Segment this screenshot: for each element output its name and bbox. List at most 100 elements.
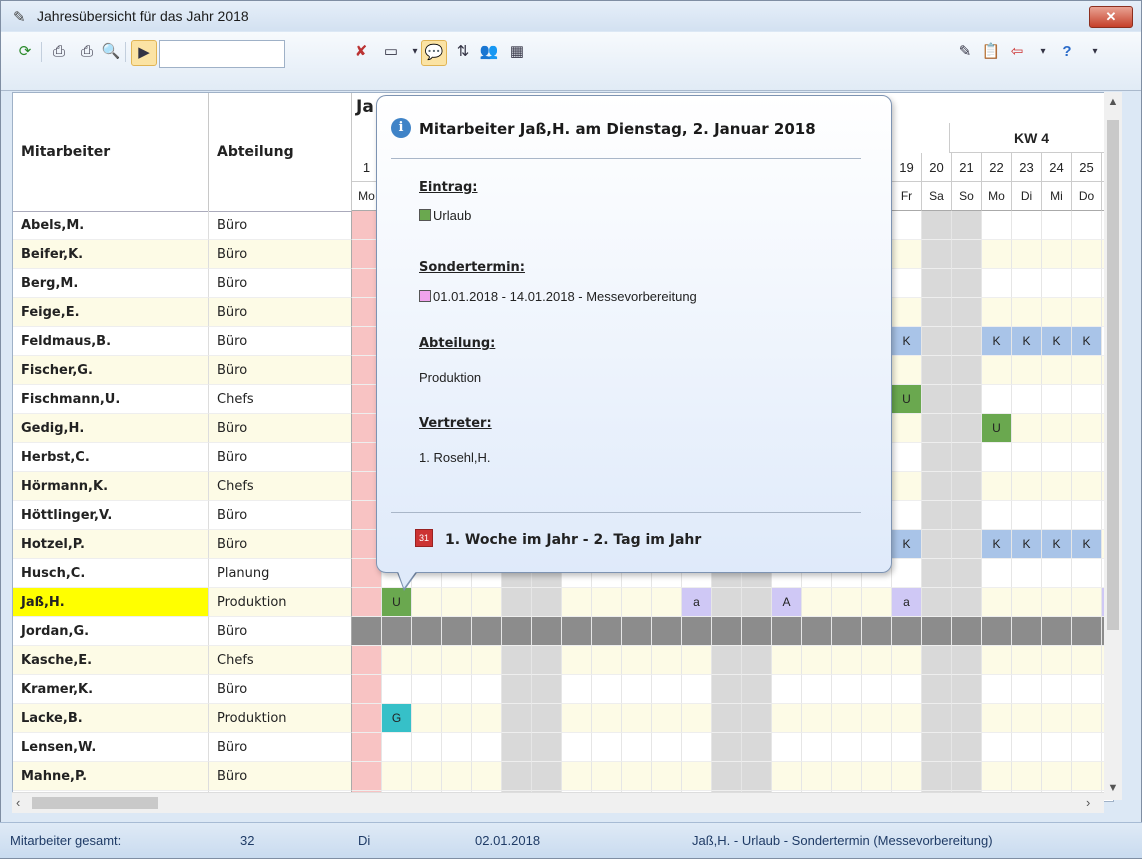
filter-remove-icon[interactable]: ✘ bbox=[349, 40, 373, 64]
day-cell[interactable] bbox=[532, 675, 562, 704]
day-cell[interactable] bbox=[952, 559, 982, 588]
day-cell[interactable] bbox=[622, 762, 652, 791]
day-cell[interactable] bbox=[832, 762, 862, 791]
day-cell[interactable] bbox=[892, 269, 922, 298]
day-cell[interactable] bbox=[982, 559, 1012, 588]
day-cell[interactable] bbox=[382, 762, 412, 791]
day-cell[interactable] bbox=[1042, 385, 1072, 414]
day-cell[interactable] bbox=[382, 617, 412, 646]
day-cell[interactable] bbox=[772, 762, 802, 791]
day-cell[interactable] bbox=[652, 762, 682, 791]
day-cell[interactable] bbox=[832, 733, 862, 762]
employee-name[interactable]: Beifer,K. bbox=[13, 240, 209, 269]
day-cell[interactable] bbox=[892, 733, 922, 762]
day-cell[interactable] bbox=[1072, 269, 1102, 298]
day-cell[interactable] bbox=[892, 356, 922, 385]
day-cell[interactable] bbox=[412, 675, 442, 704]
day-cell[interactable] bbox=[412, 588, 442, 617]
day-cell[interactable] bbox=[802, 704, 832, 733]
day-cell[interactable] bbox=[742, 762, 772, 791]
day-cell[interactable] bbox=[622, 646, 652, 675]
day-cell[interactable] bbox=[982, 443, 1012, 472]
day-cell[interactable] bbox=[922, 675, 952, 704]
page-preview-icon[interactable]: 🔍 bbox=[99, 40, 123, 64]
day-cell[interactable] bbox=[412, 617, 442, 646]
day-cell[interactable] bbox=[622, 704, 652, 733]
day-cell[interactable] bbox=[1072, 675, 1102, 704]
employee-name[interactable]: Jordan,G. bbox=[13, 617, 209, 646]
table-row[interactable]: Jordan,G. Büro bbox=[13, 617, 1113, 646]
day-cell[interactable] bbox=[952, 704, 982, 733]
day-cell[interactable] bbox=[442, 617, 472, 646]
employee-name[interactable]: Höttlinger,V. bbox=[13, 501, 209, 530]
scroll-left-icon[interactable]: ‹ bbox=[16, 795, 20, 810]
day-cell[interactable] bbox=[1072, 617, 1102, 646]
day-cell[interactable] bbox=[952, 211, 982, 240]
day-cell[interactable] bbox=[1072, 762, 1102, 791]
day-cell[interactable] bbox=[1072, 385, 1102, 414]
day-cell[interactable] bbox=[922, 211, 952, 240]
day-cell[interactable] bbox=[892, 414, 922, 443]
day-cell[interactable] bbox=[952, 327, 982, 356]
day-cell[interactable] bbox=[832, 588, 862, 617]
day-cell[interactable] bbox=[382, 733, 412, 762]
day-cell[interactable] bbox=[862, 646, 892, 675]
export-icon[interactable]: ▦ bbox=[505, 40, 529, 64]
day-cell[interactable] bbox=[1042, 588, 1072, 617]
day-cell[interactable] bbox=[472, 646, 502, 675]
day-entry[interactable]: K bbox=[1072, 530, 1102, 559]
day-cell[interactable] bbox=[952, 240, 982, 269]
day-cell[interactable] bbox=[982, 762, 1012, 791]
table-row[interactable]: Lensen,W. Büro bbox=[13, 733, 1113, 762]
day-cell[interactable] bbox=[412, 646, 442, 675]
day-cell[interactable] bbox=[922, 356, 952, 385]
day-cell[interactable] bbox=[1042, 414, 1072, 443]
day-entry[interactable]: a bbox=[682, 588, 712, 617]
day-cell[interactable] bbox=[352, 762, 382, 791]
employee-name[interactable]: Berg,M. bbox=[13, 269, 209, 298]
day-cell[interactable] bbox=[502, 588, 532, 617]
day-cell[interactable] bbox=[892, 646, 922, 675]
day-cell[interactable] bbox=[562, 762, 592, 791]
employee-name[interactable]: Kasche,E. bbox=[13, 646, 209, 675]
day-cell[interactable] bbox=[1072, 414, 1102, 443]
day-cell[interactable] bbox=[802, 762, 832, 791]
day-cell[interactable] bbox=[952, 675, 982, 704]
day-cell[interactable] bbox=[1012, 385, 1042, 414]
day-cell[interactable] bbox=[1042, 675, 1072, 704]
day-cell[interactable] bbox=[442, 588, 472, 617]
day-cell[interactable] bbox=[772, 675, 802, 704]
day-cell[interactable] bbox=[952, 733, 982, 762]
day-cell[interactable] bbox=[982, 733, 1012, 762]
day-cell[interactable] bbox=[952, 269, 982, 298]
table-row[interactable]: Jaß,H.ProduktionUaAaa bbox=[13, 588, 1113, 617]
day-cell[interactable] bbox=[1072, 211, 1102, 240]
day-cell[interactable] bbox=[1012, 472, 1042, 501]
employee-name[interactable]: Hörmann,K. bbox=[13, 472, 209, 501]
day-cell[interactable] bbox=[772, 704, 802, 733]
day-entry[interactable]: A bbox=[772, 588, 802, 617]
day-cell[interactable] bbox=[862, 675, 892, 704]
day-cell[interactable] bbox=[922, 298, 952, 327]
day-cell[interactable] bbox=[922, 704, 952, 733]
day-cell[interactable] bbox=[922, 327, 952, 356]
day-cell[interactable] bbox=[982, 269, 1012, 298]
day-entry[interactable]: U bbox=[892, 385, 922, 414]
day-cell[interactable] bbox=[892, 617, 922, 646]
day-cell[interactable] bbox=[592, 588, 622, 617]
employee-name[interactable]: Husch,C. bbox=[13, 559, 209, 588]
day-cell[interactable] bbox=[1072, 646, 1102, 675]
employee-name[interactable]: Hotzel,P. bbox=[13, 530, 209, 559]
day-cell[interactable] bbox=[472, 704, 502, 733]
day-cell[interactable] bbox=[922, 240, 952, 269]
day-cell[interactable] bbox=[682, 762, 712, 791]
day-cell[interactable] bbox=[1072, 298, 1102, 327]
day-cell[interactable] bbox=[952, 617, 982, 646]
column-header-abteilung[interactable]: Abteilung bbox=[209, 93, 352, 211]
day-cell[interactable] bbox=[862, 588, 892, 617]
day-cell[interactable] bbox=[502, 675, 532, 704]
day-cell[interactable] bbox=[742, 675, 772, 704]
day-cell[interactable] bbox=[712, 762, 742, 791]
scroll-down-icon[interactable]: ▼ bbox=[1104, 782, 1122, 794]
day-cell[interactable] bbox=[982, 472, 1012, 501]
